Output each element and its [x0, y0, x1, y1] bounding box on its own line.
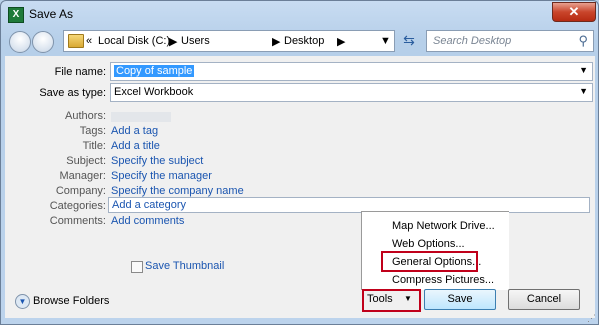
file-name-label: File name:: [54, 66, 106, 78]
categories-field[interactable]: Add a category: [108, 197, 590, 213]
categories-label: Categories:: [49, 200, 106, 212]
general-options-highlight: [381, 251, 478, 272]
comments-field[interactable]: Add comments: [111, 215, 184, 227]
close-button[interactable]: ✕: [552, 2, 596, 22]
save-type-value: Excel Workbook: [114, 86, 194, 98]
breadcrumb-overflow[interactable]: «: [86, 35, 92, 47]
title-field[interactable]: Add a title: [111, 140, 160, 152]
tags-label: Tags:: [79, 125, 106, 137]
search-input[interactable]: Search Desktop ⚲: [426, 30, 594, 52]
tags-field[interactable]: Add a tag: [111, 125, 158, 137]
excel-icon: X: [8, 7, 24, 23]
window-title: Save As: [29, 7, 74, 21]
save-as-dialog: X Save As ✕ « Local Disk (C:) ▶ Users ▶ …: [0, 0, 599, 325]
folder-icon: [68, 34, 84, 48]
tools-button[interactable]: Tools ▼: [362, 289, 421, 312]
company-label: Company:: [55, 185, 106, 197]
manager-field[interactable]: Specify the manager: [111, 170, 212, 182]
save-type-select[interactable]: Excel Workbook ▼: [110, 83, 593, 102]
chevron-down-icon[interactable]: ▼: [579, 86, 588, 96]
save-form: File name: Copy of sample ▼ Save as type…: [5, 56, 595, 318]
chevron-right-icon[interactable]: ▶: [272, 35, 280, 48]
chevron-down-icon[interactable]: ▼: [380, 35, 391, 47]
title-bar: X Save As ✕: [1, 1, 598, 27]
save-thumbnail-checkbox[interactable]: [131, 261, 143, 273]
manager-label: Manager:: [59, 170, 106, 182]
authors-value[interactable]: [111, 112, 171, 122]
authors-label: Authors:: [65, 110, 106, 122]
refresh-icon[interactable]: ⇆: [399, 31, 419, 50]
categories-value: Add a category: [112, 199, 186, 211]
resize-grip-icon[interactable]: ⋰: [587, 313, 596, 324]
back-button[interactable]: [9, 31, 31, 53]
forward-button[interactable]: [32, 31, 54, 53]
tools-label: Tools: [367, 293, 393, 305]
chevron-down-icon[interactable]: ▼: [15, 294, 30, 309]
breadcrumb-users[interactable]: Users: [181, 35, 210, 47]
file-name-value: Copy of sample: [114, 65, 195, 77]
comments-label: Comments:: [49, 215, 106, 227]
menu-item-web-options[interactable]: Web Options...: [392, 238, 465, 250]
file-name-field[interactable]: Copy of sample ▼: [110, 62, 593, 81]
subject-label: Subject:: [66, 155, 106, 167]
save-thumbnail-label[interactable]: Save Thumbnail: [145, 260, 224, 272]
browse-folders-label: Browse Folders: [33, 295, 110, 307]
title-label: Title:: [82, 140, 106, 152]
search-icon: ⚲: [578, 33, 588, 48]
menu-item-map-network-drive[interactable]: Map Network Drive...: [392, 220, 495, 232]
search-placeholder: Search Desktop: [433, 35, 512, 47]
chevron-down-icon: ▼: [404, 294, 412, 303]
cancel-button[interactable]: Cancel: [508, 289, 580, 310]
menu-item-compress-pictures[interactable]: Compress Pictures...: [392, 274, 494, 286]
chevron-right-icon[interactable]: ▶: [337, 35, 345, 48]
save-button[interactable]: Save: [424, 289, 496, 310]
subject-field[interactable]: Specify the subject: [111, 155, 203, 167]
chevron-right-icon[interactable]: ▶: [169, 35, 177, 48]
breadcrumb-local-disk[interactable]: Local Disk (C:): [98, 35, 170, 47]
company-field[interactable]: Specify the company name: [111, 185, 244, 197]
breadcrumb-desktop[interactable]: Desktop: [284, 35, 324, 47]
address-bar[interactable]: « Local Disk (C:) ▶ Users ▶ Desktop ▶ ▼: [63, 30, 395, 52]
save-type-label: Save as type:: [39, 87, 106, 99]
chevron-down-icon[interactable]: ▼: [579, 65, 588, 75]
